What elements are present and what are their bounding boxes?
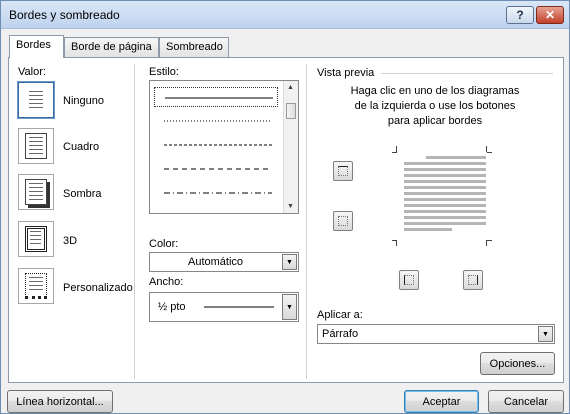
separator — [134, 64, 135, 379]
estilo-scrollbar[interactable]: ▲ ▼ — [283, 81, 298, 213]
preview-label: Vista previa — [317, 67, 375, 79]
preview-hint: Haga clic en uno de los diagramas de la … — [350, 85, 520, 127]
border-box-icon[interactable] — [18, 128, 54, 164]
border-custom-icon[interactable] — [18, 268, 54, 304]
scroll-down-icon[interactable]: ▼ — [287, 203, 294, 210]
dialog-window: Bordes y sombreado ? ✕ Bordes Borde de p… — [0, 0, 570, 414]
opciones-button[interactable]: Opciones... — [480, 352, 555, 375]
list-item[interactable] — [154, 111, 278, 131]
linea-horizontal-button[interactable]: Línea horizontal... — [7, 390, 113, 413]
chevron-down-icon[interactable]: ▼ — [282, 254, 297, 270]
chevron-down-icon[interactable]: ▼ — [538, 326, 553, 342]
tab-borde-de-pagina[interactable]: Borde de página — [64, 37, 159, 57]
valor-option-personalizado[interactable]: Personalizado — [63, 282, 133, 294]
title-bar[interactable]: Bordes y sombreado ? ✕ — [1, 1, 569, 29]
border-shadow-icon[interactable] — [18, 174, 54, 210]
valor-option-ninguno[interactable]: Ninguno — [63, 95, 104, 107]
chevron-down-icon[interactable]: ▼ — [282, 294, 297, 320]
color-label: Color: — [149, 238, 179, 250]
valor-option-3d[interactable]: 3D — [63, 235, 77, 247]
list-item[interactable] — [154, 87, 278, 107]
bordes-panel: Valor: Ninguno Cuadro Sombra 3D Personal… — [8, 57, 564, 383]
color-value: Automático — [188, 256, 244, 268]
right-border-button[interactable] — [463, 270, 483, 290]
border-3d-icon[interactable] — [18, 221, 54, 257]
aceptar-button[interactable]: Aceptar — [404, 390, 479, 413]
tab-bordes[interactable]: Bordes — [9, 35, 64, 58]
ancho-value: ½ pto — [158, 301, 186, 313]
separator — [306, 64, 307, 379]
preview-divider — [381, 73, 553, 74]
cancelar-button[interactable]: Cancelar — [488, 390, 564, 413]
list-item[interactable] — [154, 159, 278, 179]
inside-border-button[interactable] — [333, 211, 353, 231]
aplicar-value: Párrafo — [322, 328, 359, 340]
scroll-thumb[interactable] — [286, 103, 296, 119]
window-title: Bordes y sombreado — [9, 8, 120, 22]
estilo-label: Estilo: — [149, 66, 179, 78]
list-item[interactable] — [154, 183, 278, 203]
ancho-dropdown[interactable]: ½ pto ▼ — [149, 292, 299, 322]
valor-label: Valor: — [18, 66, 46, 78]
close-button[interactable]: ✕ — [536, 6, 564, 24]
list-item[interactable] — [154, 135, 278, 155]
ancho-label: Ancho: — [149, 276, 184, 288]
color-dropdown[interactable]: Automático ▼ — [149, 252, 299, 272]
estilo-listbox[interactable]: ▲ ▼ — [149, 80, 299, 214]
ancho-line-sample — [204, 306, 274, 308]
aplicar-dropdown[interactable]: Párrafo ▼ — [317, 324, 555, 344]
left-border-button[interactable] — [399, 270, 419, 290]
valor-option-cuadro[interactable]: Cuadro — [63, 141, 99, 153]
help-button[interactable]: ? — [506, 6, 534, 24]
preview-diagram[interactable] — [392, 146, 492, 246]
scroll-up-icon[interactable]: ▲ — [287, 84, 294, 91]
top-border-button[interactable] — [333, 161, 353, 181]
border-none-icon[interactable] — [18, 82, 54, 118]
valor-option-sombra[interactable]: Sombra — [63, 188, 102, 200]
tab-sombreado[interactable]: Sombreado — [159, 37, 229, 57]
aplicar-label: Aplicar a: — [317, 309, 363, 321]
